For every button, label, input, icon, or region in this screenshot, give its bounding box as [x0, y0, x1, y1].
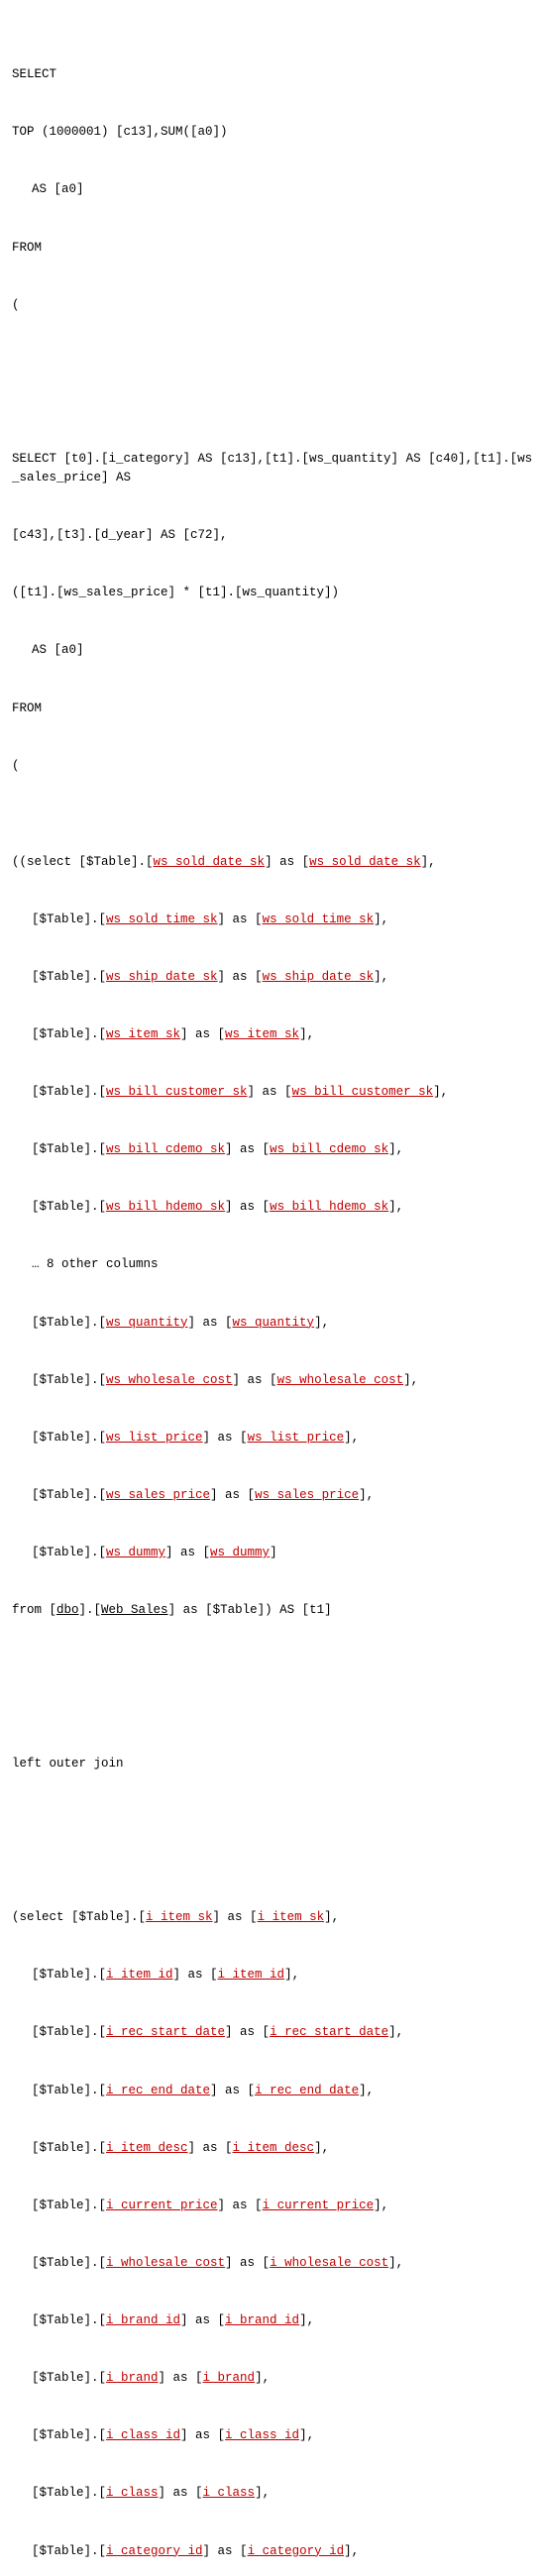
line-ws-ship: [$Table].[ws_ship_date_sk] as [ws_ship_d… — [12, 968, 533, 987]
line-ws-qty: [$Table].[ws_quantity] as [ws_quantity], — [12, 1314, 533, 1333]
line-item-desc: [$Table].[i_item_desc] as [i_item_desc], — [12, 2139, 533, 2158]
line-ws-time: [$Table].[ws_sold_time_sk] as [ws_sold_t… — [12, 911, 533, 929]
line-item-brand: [$Table].[i_brand] as [i_brand], — [12, 2369, 533, 2388]
line-item-cat-id: [$Table].[i_category_id] as [i_category_… — [12, 2542, 533, 2561]
line-blank1 — [12, 354, 533, 373]
line-blank2 — [12, 1659, 533, 1677]
line-item-class-id: [$Table].[i_class_id] as [i_class_id], — [12, 2426, 533, 2445]
line-calc: ([t1].[ws_sales_price] * [t1].[ws_quanti… — [12, 584, 533, 602]
line-ws-other: … 8 other columns — [12, 1255, 533, 1274]
line-ws-start: ((select [$Table].[ws_sold_date_sk] as [… — [12, 853, 533, 872]
line-item-id: [$Table].[i_item_id] as [i_item_id], — [12, 1966, 533, 1985]
line-item-brand-id: [$Table].[i_brand_id] as [i_brand_id], — [12, 2311, 533, 2330]
line-top: TOP (1000001) [c13],SUM([a0]) — [12, 123, 533, 142]
line-ws-list: [$Table].[ws_list_price] as [ws_list_pri… — [12, 1429, 533, 1448]
line-as-a0-2: AS [a0] — [12, 641, 533, 660]
line-item-class: [$Table].[i_class] as [i_class], — [12, 2484, 533, 2503]
line-ws-dummy: [$Table].[ws_dummy] as [ws_dummy] — [12, 1544, 533, 1562]
sql-code-block: SELECT TOP (1000001) [c13],SUM([a0]) AS … — [0, 0, 545, 2576]
line-item-start: (select [$Table].[i_item_sk] as [i_item_… — [12, 1908, 533, 1927]
line-item-wholesale: [$Table].[i_wholesale_cost] as [i_wholes… — [12, 2254, 533, 2273]
line-inner-select2: [c43],[t3].[d_year] AS [c72], — [12, 526, 533, 545]
line-inner-select: SELECT [t0].[i_category] AS [c13],[t1].[… — [12, 450, 533, 488]
line-select: SELECT — [12, 65, 533, 84]
line-ws-from: from [dbo].[Web_Sales] as [$Table]) AS [… — [12, 1601, 533, 1620]
line-item-rec-end: [$Table].[i_rec_end_date] as [i_rec_end_… — [12, 2082, 533, 2100]
line-loj1: left outer join — [12, 1755, 533, 1773]
line-paren2: ( — [12, 757, 533, 776]
line-item-rec-start: [$Table].[i_rec_start_date] as [i_rec_st… — [12, 2023, 533, 2042]
line-ws-wholesale: [$Table].[ws_wholesale_cost] as [ws_whol… — [12, 1371, 533, 1390]
line-as-a0: AS [a0] — [12, 180, 533, 199]
line-from1: FROM — [12, 239, 533, 258]
line-blank3 — [12, 1812, 533, 1831]
line-ws-bill-cdemo: [$Table].[ws_bill_cdemo_sk] as [ws_bill_… — [12, 1140, 533, 1159]
line-ws-item: [$Table].[ws_item_sk] as [ws_item_sk], — [12, 1025, 533, 1044]
line-ws-bill-cust: [$Table].[ws_bill_customer_sk] as [ws_bi… — [12, 1083, 533, 1102]
line-from2: FROM — [12, 699, 533, 718]
line-ws-sales: [$Table].[ws_sales_price] as [ws_sales_p… — [12, 1486, 533, 1505]
line-paren1: ( — [12, 296, 533, 315]
line-item-curr-price: [$Table].[i_current_price] as [i_current… — [12, 2197, 533, 2215]
line-ws-bill-hdemo: [$Table].[ws_bill_hdemo_sk] as [ws_bill_… — [12, 1198, 533, 1217]
